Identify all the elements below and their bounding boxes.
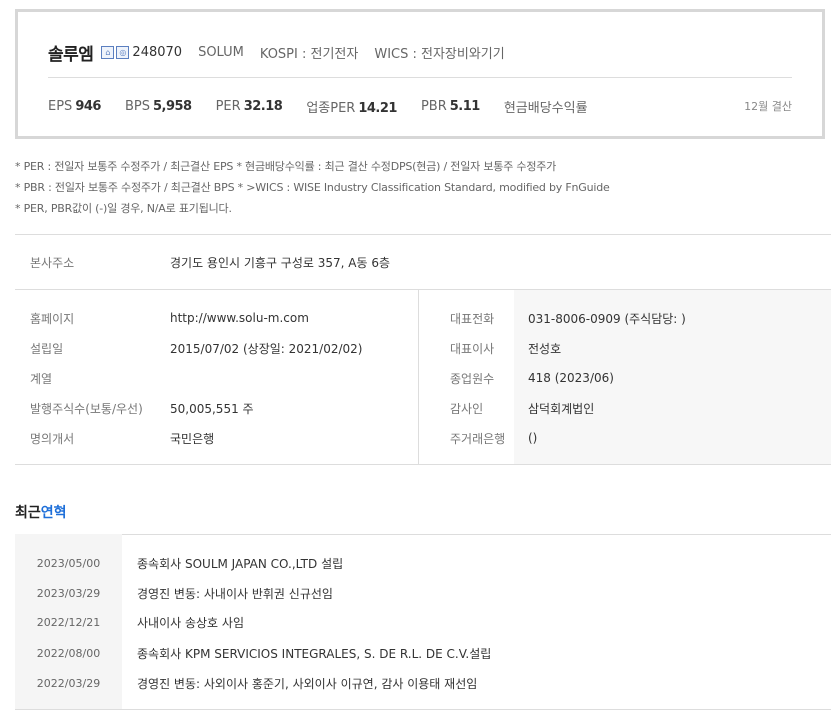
info-row-transfer-agent: 명의개서 국민은행 [15, 423, 214, 453]
table-row: 2022/12/21 사내이사 송상호 사임 [15, 607, 831, 637]
info-label: 홈페이지 [30, 311, 75, 326]
table-row: 2022/08/00 종속회사 KPM SERVICIOS INTEGRALES… [15, 638, 831, 668]
table-row: 2023/03/29 경영진 변동: 사내이사 반휘권 신규선임 [15, 578, 831, 608]
footnote-pbr: * PBR : 전일자 보통주 수정주가 / 최근결산 BPS * >WICS … [15, 181, 610, 194]
metric-label: EPS [48, 98, 73, 114]
metric-label: 업종PER [306, 100, 356, 116]
history-text: 경영진 변동: 사내이사 반휘권 신규선임 [137, 586, 333, 601]
info-value-ceo: 전성호 [514, 333, 561, 363]
company-name: 솔루엠 [48, 44, 94, 65]
info-row-shares: 발행주식수(보통/우선) 50,005,551 주 [15, 393, 254, 423]
info-row-homepage: 홈페이지 http://www.solu-m.com [15, 303, 309, 333]
metric-label: 현금배당수익률 [503, 100, 588, 116]
info-row-group: 계열 [15, 363, 170, 393]
info-value: 50,005,551 주 [170, 401, 254, 416]
metric-label: PBR [420, 98, 447, 114]
market-sector: KOSPI : 전기전자 [259, 46, 359, 62]
homepage-link[interactable]: http://www.solu-m.com [170, 311, 309, 325]
history-table: 2023/05/00 종속회사 SOULM JAPAN CO.,LTD 설립 2… [15, 534, 831, 710]
info-value: () [528, 431, 538, 445]
address-row: 본사주소 경기도 용인시 기흥구 구성로 357, A동 6층 [15, 235, 831, 289]
history-date: 2022/08/00 [36, 646, 101, 660]
metric-pbr: PBR 5.11 [421, 99, 480, 114]
info-value: 전성호 [528, 341, 562, 356]
info-value-auditor: 삼덕회계법인 [514, 393, 594, 423]
info-value: 418 (2023/06) [528, 371, 614, 385]
info-value-bank: () [514, 423, 537, 453]
history-date: 2023/05/00 [36, 556, 101, 570]
info-right-labels: 대표전화 대표이사 종업원수 감사인 주거래은행 [420, 290, 514, 464]
metric-per: PER 32.18 [216, 99, 283, 114]
history-text: 경영진 변동: 사외이사 홍준기, 사외이사 이규연, 감사 이용태 재선임 [137, 676, 478, 691]
home-icon[interactable]: ⌂ [101, 45, 115, 59]
footnote-per: * PER : 전일자 보통주 수정주가 / 최근결산 EPS * 현금배당수익… [15, 160, 557, 173]
metric-eps: EPS 946 [48, 99, 101, 114]
info-label: 발행주식수(보통/우선) [30, 401, 143, 416]
metric-value: 946 [75, 98, 101, 114]
info-value: 2015/07/02 (상장일: 2021/02/02) [170, 341, 363, 356]
info-label: 계열 [30, 371, 53, 386]
info-value-phone: 031-8006-0909 (주식담당: ) [514, 303, 686, 333]
info-value: 삼덕회계법인 [528, 401, 595, 416]
table-divider [15, 709, 831, 710]
close-basis: 12월 결산 [744, 100, 792, 113]
company-summary-box: 솔루엠 ⌂ ◎ 248070 SOLUM KOSPI : 전기전자 WICS :… [15, 9, 825, 139]
info-value: 국민은행 [170, 431, 215, 446]
history-date: 2022/12/21 [36, 615, 101, 629]
metric-value: 5.11 [449, 98, 481, 114]
info-right-values: 031-8006-0909 (주식담당: ) 전성호 418 (2023/06)… [514, 290, 831, 464]
info-label: 명의개서 [30, 431, 75, 446]
company-info-table: 홈페이지 http://www.solu-m.com 설립일 2015/07/0… [15, 290, 831, 464]
info-value-employees: 418 (2023/06) [514, 363, 614, 393]
info-row-founded: 설립일 2015/07/02 (상장일: 2021/02/02) [15, 333, 362, 363]
history-section-title: 최근연혁 [15, 502, 67, 522]
history-text: 종속회사 KPM SERVICIOS INTEGRALES, S. DE R.L… [137, 646, 492, 661]
summary-divider [48, 77, 792, 78]
metric-value: 32.18 [243, 98, 283, 114]
metric-label: PER [215, 98, 241, 114]
history-title-accent: 연혁 [40, 505, 67, 521]
address-value: 경기도 용인시 기흥구 구성로 357, A동 6층 [170, 255, 391, 270]
metric-sector-per: 업종PER 14.21 [306, 97, 397, 116]
history-date: 2023/03/29 [36, 586, 101, 600]
wics-sector: WICS : 전자장비와기기 [374, 46, 505, 62]
footnote-negative: * PER, PBR값이 (-)일 경우, N/A로 표기됩니다. [15, 202, 232, 215]
history-text: 사내이사 송상호 사임 [137, 615, 244, 630]
history-text: 종속회사 SOULM JAPAN CO.,LTD 설립 [137, 556, 344, 571]
english-name: SOLUM [198, 44, 244, 60]
ir-icon[interactable]: ◎ [116, 45, 130, 59]
info-value: 031-8006-0909 (주식담당: ) [528, 311, 686, 326]
history-title-prefix: 최근 [15, 505, 41, 521]
metric-label: BPS [124, 98, 150, 114]
metric-value: 5,958 [152, 98, 192, 114]
company-icons: ⌂ ◎ [101, 45, 130, 59]
table-divider [15, 464, 831, 465]
metric-value: 14.21 [358, 100, 397, 116]
metric-bps: BPS 5,958 [125, 99, 192, 114]
footnotes: * PER : 전일자 보통주 수정주가 / 최근결산 EPS * 현금배당수익… [15, 156, 610, 219]
address-label: 본사주소 [30, 255, 75, 270]
metrics-row: EPS 946 BPS 5,958 PER 32.18 업종PER 14.21 PBR 5… [48, 96, 792, 116]
metric-dividend-yield: 현금배당수익률 [504, 97, 591, 116]
table-row: 2023/05/00 종속회사 SOULM JAPAN CO.,LTD 설립 [15, 548, 831, 578]
info-left-column: 홈페이지 http://www.solu-m.com 설립일 2015/07/0… [15, 290, 419, 464]
stock-code: 248070 [132, 44, 183, 60]
history-date: 2022/03/29 [36, 676, 101, 690]
company-title-row: 솔루엠 ⌂ ◎ 248070 SOLUM KOSPI : 전기전자 WICS :… [48, 40, 505, 65]
table-row: 2022/03/29 경영진 변동: 사외이사 홍준기, 사외이사 이규연, 감… [15, 668, 831, 698]
info-label: 설립일 [30, 341, 64, 356]
